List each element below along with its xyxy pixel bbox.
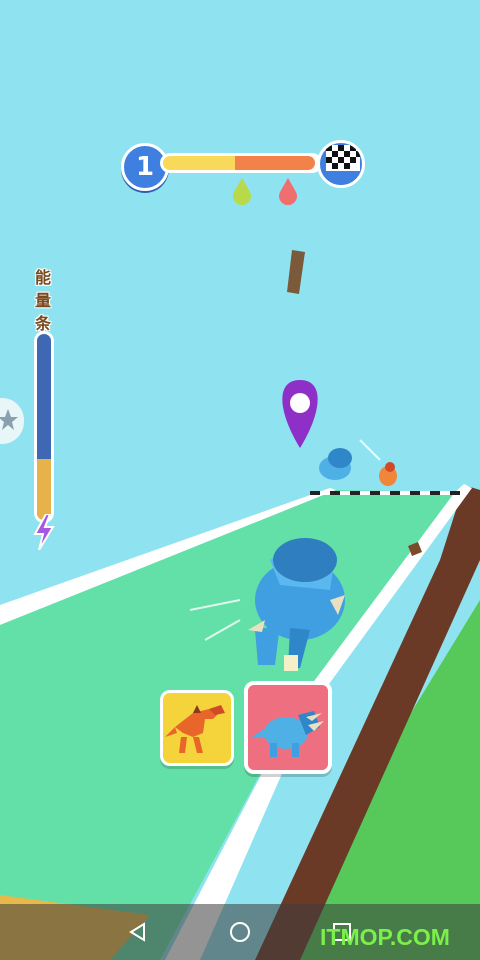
progress-orange-segment <box>235 156 315 170</box>
level-progress-bar <box>160 153 322 173</box>
energy-bar <box>34 331 54 523</box>
lightning-bolt-icon <box>33 514 55 550</box>
red-drop-icon <box>279 178 297 206</box>
checkered-flag-icon <box>317 140 365 188</box>
star-badge-icon[interactable] <box>0 407 18 435</box>
energy-label-char: 能 <box>34 268 51 287</box>
energy-bar-label: 能 量 条 <box>31 266 55 335</box>
progress-yellow-segment <box>163 156 235 170</box>
back-triangle-icon[interactable] <box>122 916 154 948</box>
home-circle-icon[interactable] <box>224 916 256 948</box>
raptor-card[interactable] <box>160 690 234 766</box>
finish-line <box>310 491 464 495</box>
triceratops-card[interactable] <box>244 681 332 774</box>
watermark: ITMOP.COM <box>320 924 450 950</box>
green-drop-icon <box>233 178 251 206</box>
energy-bar-fill <box>37 459 51 520</box>
triceratops-icon <box>252 711 324 757</box>
game-screen: 1 能 量 条 ITMOP.COM <box>0 0 480 960</box>
energy-bar-track <box>37 334 51 520</box>
raptor-icon <box>165 705 225 753</box>
race-track-scene <box>0 0 480 960</box>
energy-label-char: 量 <box>34 291 51 310</box>
